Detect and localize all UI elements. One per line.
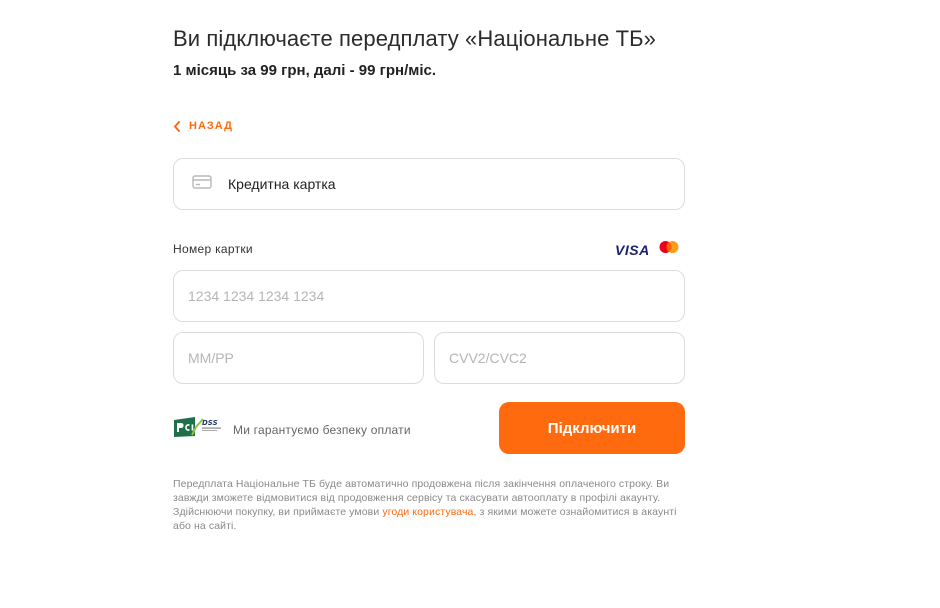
security-notice: DSS Ми гарантуємо безпеку оплати — [173, 416, 411, 443]
visa-logo: VISA — [615, 241, 650, 258]
card-number-label: Номер картки — [173, 242, 253, 256]
subscription-payment-page: Ви підключаєте передплату «Національне Т… — [0, 0, 940, 608]
expiry-date-input[interactable] — [173, 332, 424, 384]
legal-notice: Передплата Національне ТБ буде автоматич… — [173, 477, 693, 533]
cvv-input[interactable] — [434, 332, 685, 384]
chevron-left-icon — [173, 120, 181, 132]
page-title: Ви підключаєте передплату «Національне Т… — [173, 26, 657, 51]
card-number-input[interactable] — [173, 270, 685, 322]
price-subtitle: 1 місяць за 99 грн, далі - 99 грн/міс. — [173, 62, 437, 79]
svg-text:DSS: DSS — [202, 419, 218, 427]
back-link-label: НАЗАД — [189, 120, 233, 132]
card-brands: VISA — [615, 240, 680, 259]
payment-method-credit-card[interactable]: Кредитна картка — [173, 158, 685, 210]
pci-dss-badge-icon: DSS — [173, 416, 223, 443]
payment-method-label: Кредитна картка — [228, 176, 336, 192]
mastercard-icon — [658, 240, 680, 259]
subscribe-button[interactable]: Підключити — [499, 402, 685, 454]
back-link[interactable]: НАЗАД — [173, 120, 233, 132]
credit-card-icon — [192, 174, 212, 194]
user-agreement-link[interactable]: угоди користувача — [382, 506, 473, 518]
security-text: Ми гарантуємо безпеку оплати — [233, 422, 411, 437]
